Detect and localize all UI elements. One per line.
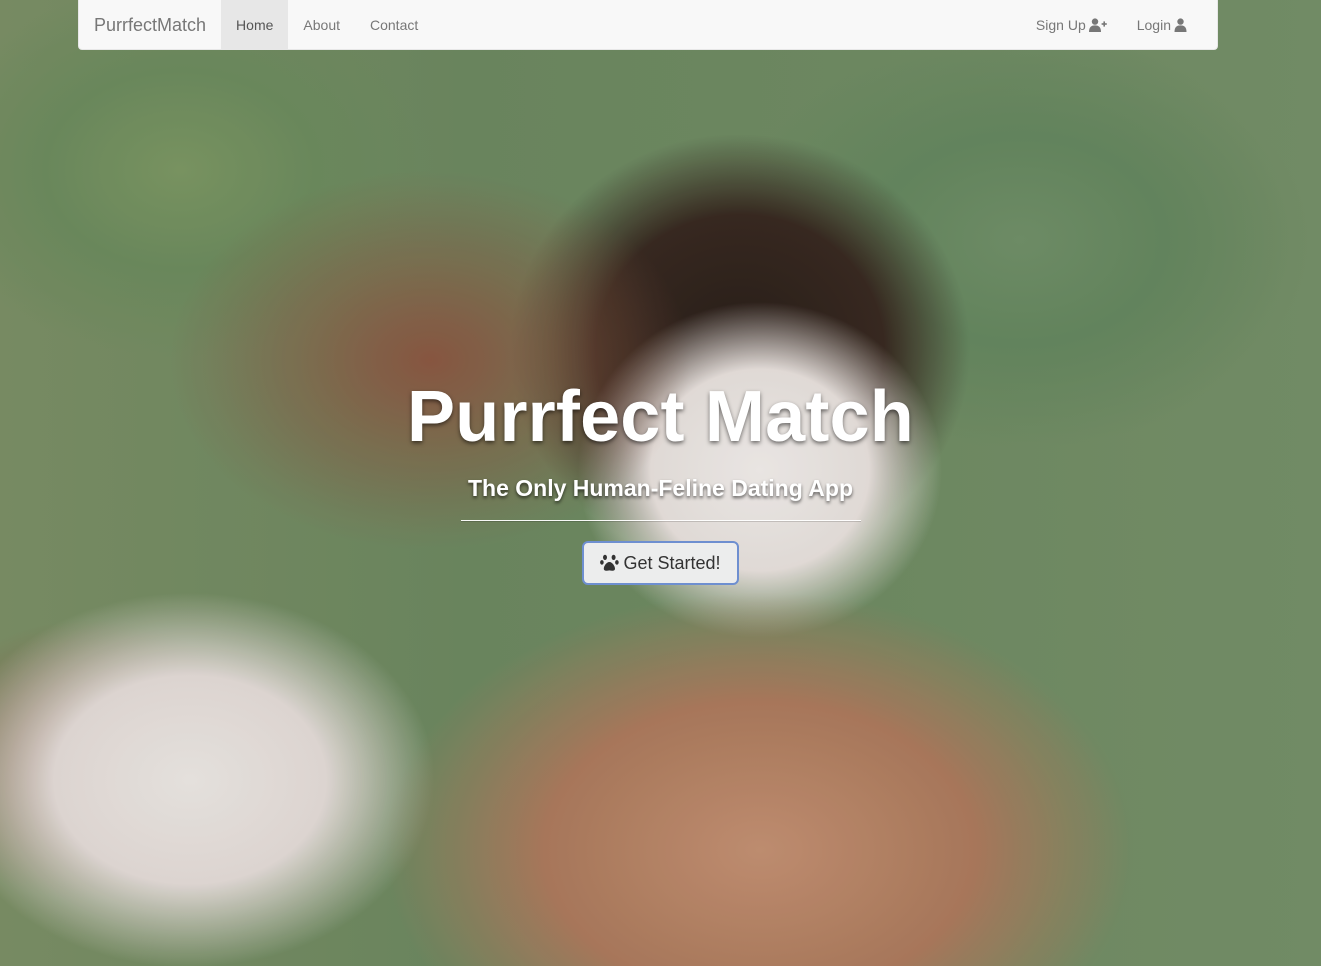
login-label: Login bbox=[1136, 17, 1171, 33]
nav-contact[interactable]: Contact bbox=[355, 0, 433, 50]
get-started-button[interactable]: Get Started! bbox=[582, 541, 739, 585]
brand-link[interactable]: PurrfectMatch bbox=[79, 0, 221, 50]
nav-links: Home About Contact bbox=[221, 0, 433, 50]
hero-background: PurrfectMatch Home About Contact Sign Up bbox=[0, 0, 1321, 966]
hero-subtitle: The Only Human-Feline Dating App bbox=[467, 475, 854, 501]
get-started-label: Get Started! bbox=[623, 552, 721, 573]
nav-sign-up[interactable]: Sign Up bbox=[1021, 0, 1122, 50]
top-navbar: PurrfectMatch Home About Contact Sign Up bbox=[78, 0, 1218, 50]
hero-content: Purrfect Match The Only Human-Feline Dat… bbox=[0, 375, 1321, 585]
hero-divider bbox=[460, 520, 861, 521]
nav-login[interactable]: Login bbox=[1122, 0, 1202, 50]
hero-title: Purrfect Match bbox=[407, 377, 914, 457]
user-plus-icon bbox=[1088, 18, 1107, 32]
nav-about[interactable]: About bbox=[288, 0, 355, 50]
paw-icon bbox=[600, 554, 620, 572]
sign-up-label: Sign Up bbox=[1035, 17, 1086, 33]
nav-right: Sign Up Login bbox=[1021, 0, 1217, 49]
nav-home[interactable]: Home bbox=[221, 0, 289, 50]
user-icon bbox=[1174, 18, 1187, 32]
